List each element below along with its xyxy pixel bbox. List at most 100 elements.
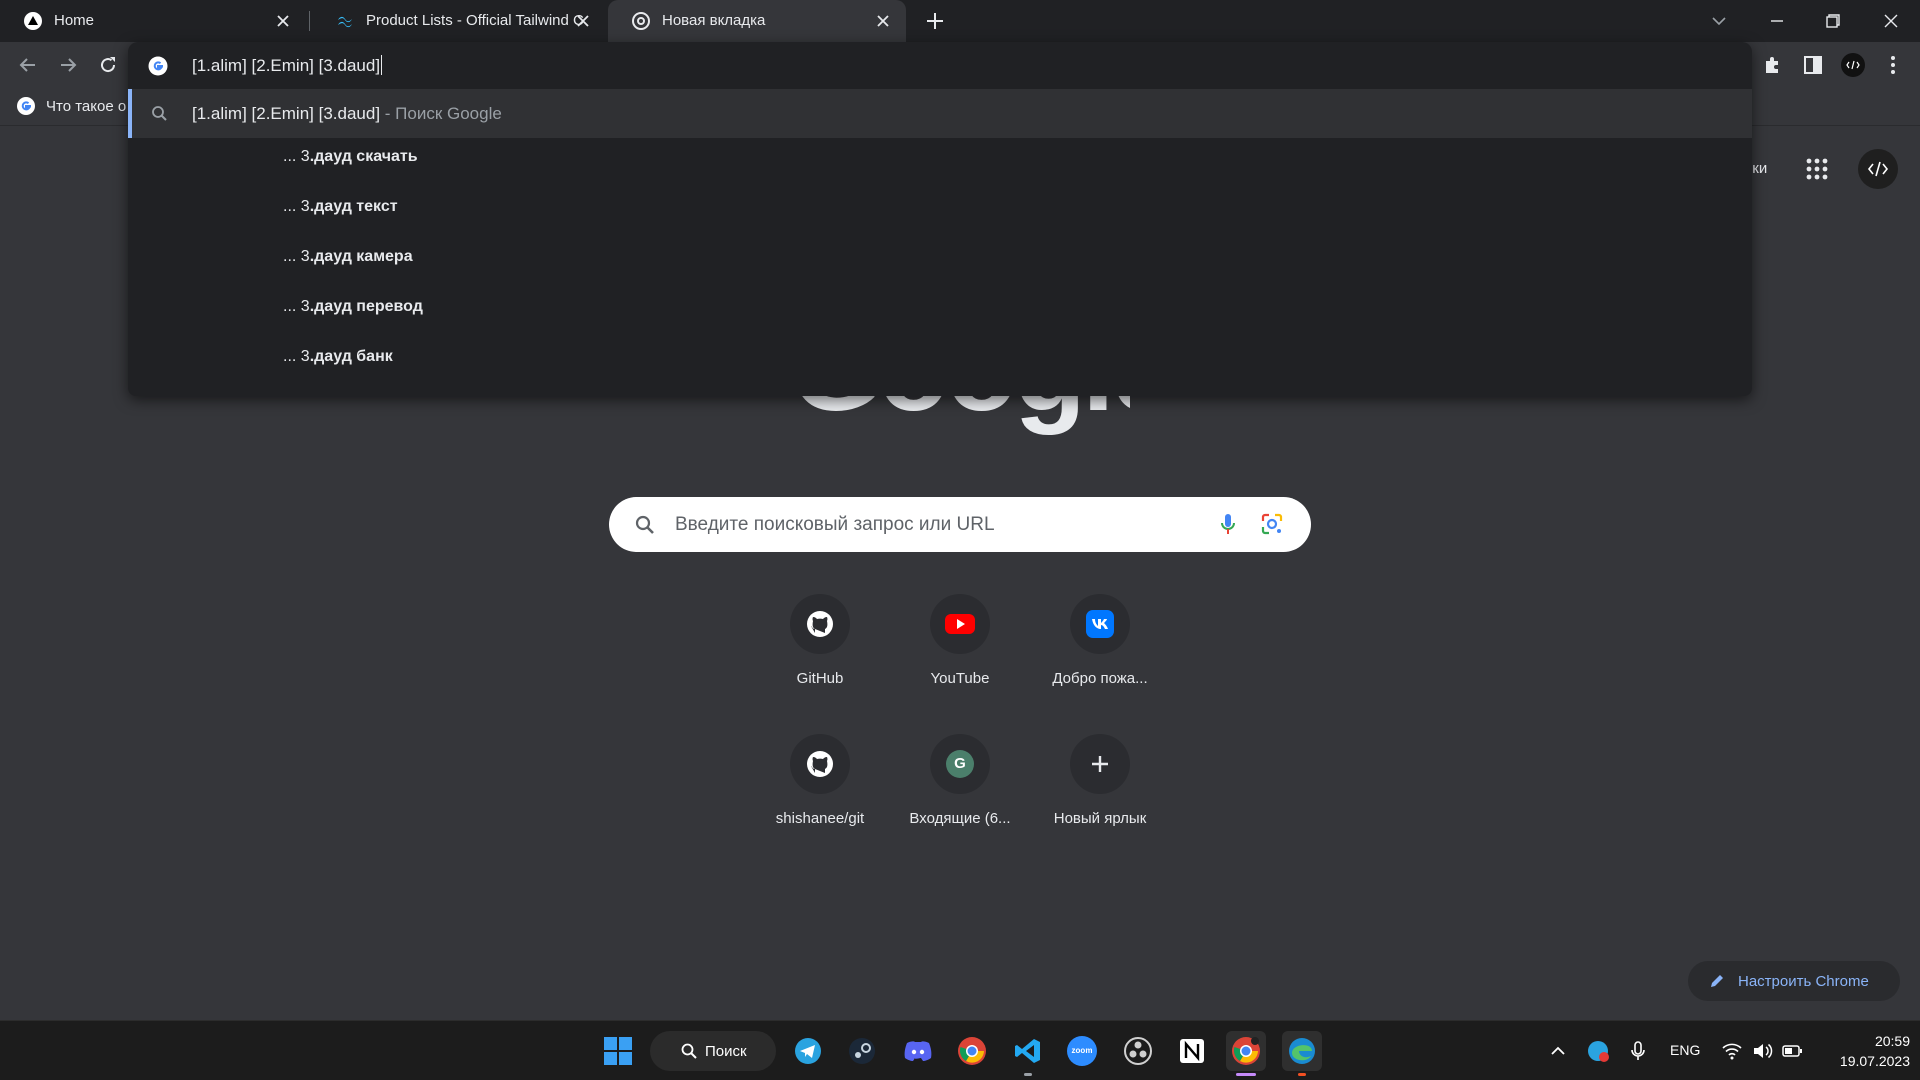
profile-avatar[interactable] bbox=[1840, 52, 1866, 78]
running-indicator bbox=[1024, 1073, 1032, 1076]
taskbar-notion[interactable] bbox=[1172, 1031, 1212, 1071]
customize-chrome-button[interactable]: Настроить Chrome bbox=[1688, 961, 1900, 1001]
shortcut-add-new[interactable]: Новый ярлык bbox=[1030, 734, 1170, 854]
zoom-icon: zoom bbox=[1067, 1036, 1097, 1066]
shortcut-github-repo[interactable]: shishanee/git bbox=[750, 734, 890, 854]
minimize-icon[interactable] bbox=[1764, 8, 1790, 34]
chrome-icon bbox=[1232, 1037, 1260, 1065]
input-language[interactable]: ENG bbox=[1670, 1042, 1700, 1058]
google-g-icon bbox=[148, 56, 168, 76]
suggestion-bold: .дауд камера bbox=[309, 248, 413, 265]
bookmark-item[interactable]: Что такое о bbox=[16, 96, 126, 116]
google-lens-icon[interactable] bbox=[1259, 511, 1285, 537]
shortcut-icon-circle bbox=[790, 594, 850, 654]
shortcut-label: GitHub bbox=[796, 670, 844, 687]
youtube-icon bbox=[945, 614, 975, 634]
tab-search-chevron-icon[interactable] bbox=[1706, 8, 1732, 34]
tab-home[interactable]: Home bbox=[0, 0, 306, 42]
close-icon[interactable] bbox=[274, 12, 292, 30]
edge-icon bbox=[1289, 1038, 1315, 1064]
close-icon[interactable] bbox=[574, 12, 592, 30]
new-tab-button[interactable] bbox=[924, 10, 946, 32]
suggestion-item[interactable]: ... 3.дауд камера bbox=[283, 238, 883, 278]
discord-icon bbox=[904, 1041, 932, 1061]
shortcut-github[interactable]: GitHub bbox=[750, 594, 890, 714]
suggestion-bold: .дауд банк bbox=[309, 348, 393, 365]
suggestion-search-google[interactable]: [1.alim] [2.Emin] [3.daud] - Поиск Googl… bbox=[128, 89, 1752, 138]
ntp-search-box[interactable]: Введите поисковый запрос или URL bbox=[609, 497, 1311, 552]
taskbar-steam[interactable] bbox=[842, 1031, 882, 1071]
taskbar-chrome[interactable] bbox=[952, 1031, 992, 1071]
taskbar-search-button[interactable]: Поиск bbox=[650, 1031, 776, 1071]
tab-tailwind[interactable]: Product Lists - Official Tailwind CSS bbox=[312, 0, 606, 42]
vk-icon bbox=[1086, 610, 1114, 638]
shortcut-label: Новый ярлык bbox=[1053, 810, 1147, 827]
tab-title: Home bbox=[54, 12, 95, 29]
taskbar-zoom[interactable]: zoom bbox=[1062, 1031, 1102, 1071]
suggestion-prefix: ... 3 bbox=[283, 248, 310, 265]
suggestion-prefix: ... 3 bbox=[283, 298, 310, 315]
omnibox-input[interactable]: [1.alim] [2.Emin] [3.daud] bbox=[128, 42, 1752, 88]
bookmark-label: Что такое о bbox=[46, 97, 127, 115]
start-button[interactable] bbox=[598, 1031, 638, 1071]
github-icon bbox=[807, 611, 833, 637]
shortcut-icon-circle bbox=[1070, 594, 1130, 654]
suggestion-bold: .дауд скачать bbox=[309, 148, 418, 165]
taskbar-search-label: Поиск bbox=[705, 1043, 747, 1060]
voice-search-mic-icon[interactable] bbox=[1215, 511, 1241, 537]
tab-title: Product Lists - Official Tailwind CSS bbox=[366, 12, 584, 29]
taskbar-clock[interactable]: 20:59 19.07.2023 bbox=[1820, 1031, 1910, 1071]
more-menu-icon[interactable] bbox=[1880, 52, 1906, 78]
shortcut-label: Входящие (6... bbox=[909, 810, 1011, 827]
taskbar-obs[interactable] bbox=[1118, 1031, 1158, 1071]
plus-icon bbox=[1092, 756, 1108, 772]
wifi-icon[interactable] bbox=[1720, 1039, 1744, 1063]
shortcut-inbox[interactable]: G Входящие (6... bbox=[890, 734, 1030, 854]
taskbar-telegram[interactable] bbox=[788, 1031, 828, 1071]
suggestion-item[interactable]: ... 3.дауд перевод bbox=[283, 288, 883, 328]
telegram-tray-icon[interactable] bbox=[1586, 1039, 1610, 1063]
reload-icon[interactable] bbox=[96, 53, 120, 77]
forward-arrow-icon[interactable] bbox=[56, 53, 80, 77]
omnibox-dropdown: [1.alim] [2.Emin] [3.daud] [1.alim] [2.E… bbox=[128, 42, 1752, 396]
close-window-icon[interactable] bbox=[1878, 8, 1904, 34]
customize-label: Настроить Chrome bbox=[1738, 973, 1869, 990]
clock-time: 20:59 bbox=[1874, 1033, 1910, 1049]
code-brackets-icon bbox=[1867, 161, 1889, 177]
taskbar-chrome-profile[interactable] bbox=[1226, 1031, 1266, 1071]
tab-strip: Home Product Lists - Official Tailwind C… bbox=[0, 0, 1920, 42]
google-account-avatar[interactable] bbox=[1858, 149, 1898, 189]
search-icon bbox=[152, 106, 167, 121]
battery-icon[interactable] bbox=[1780, 1039, 1804, 1063]
shortcut-vk[interactable]: Добро пожа... bbox=[1030, 594, 1170, 714]
back-arrow-icon[interactable] bbox=[16, 53, 40, 77]
taskbar-vscode[interactable] bbox=[1008, 1031, 1048, 1071]
taskbar-discord[interactable] bbox=[898, 1031, 938, 1071]
suggestion-item[interactable]: ... 3.дауд скачать bbox=[283, 138, 883, 178]
google-g-icon bbox=[17, 97, 35, 115]
extensions-puzzle-icon[interactable] bbox=[1760, 52, 1786, 78]
taskbar-edge[interactable] bbox=[1282, 1031, 1322, 1071]
volume-icon[interactable] bbox=[1750, 1039, 1774, 1063]
suggestion-hint: - Поиск Google bbox=[384, 104, 502, 123]
shortcut-label: YouTube bbox=[930, 670, 990, 687]
steam-icon bbox=[849, 1038, 875, 1064]
suggestion-bold: .дауд перевод bbox=[309, 298, 423, 315]
chrome-icon bbox=[632, 12, 650, 30]
close-icon[interactable] bbox=[874, 12, 892, 30]
suggestion-item[interactable]: ... 3.дауд текст bbox=[283, 188, 883, 228]
chrome-icon bbox=[958, 1037, 986, 1065]
side-panel-icon[interactable] bbox=[1800, 52, 1826, 78]
search-icon bbox=[681, 1043, 697, 1059]
search-icon bbox=[635, 515, 654, 534]
tab-new-tab[interactable]: Новая вкладка bbox=[608, 0, 906, 42]
shortcut-youtube[interactable]: YouTube bbox=[890, 594, 1030, 714]
google-apps-icon[interactable] bbox=[1804, 156, 1830, 182]
text-caret bbox=[381, 55, 383, 75]
suggestion-item[interactable]: ... 3.дауд банк bbox=[283, 338, 883, 378]
search-placeholder: Введите поисковый запрос или URL bbox=[675, 514, 995, 535]
microphone-icon[interactable] bbox=[1626, 1039, 1650, 1063]
restore-icon[interactable] bbox=[1820, 8, 1846, 34]
suggestion-prefix: ... 3 bbox=[283, 148, 310, 165]
show-hidden-icons-chevron[interactable] bbox=[1546, 1039, 1570, 1063]
